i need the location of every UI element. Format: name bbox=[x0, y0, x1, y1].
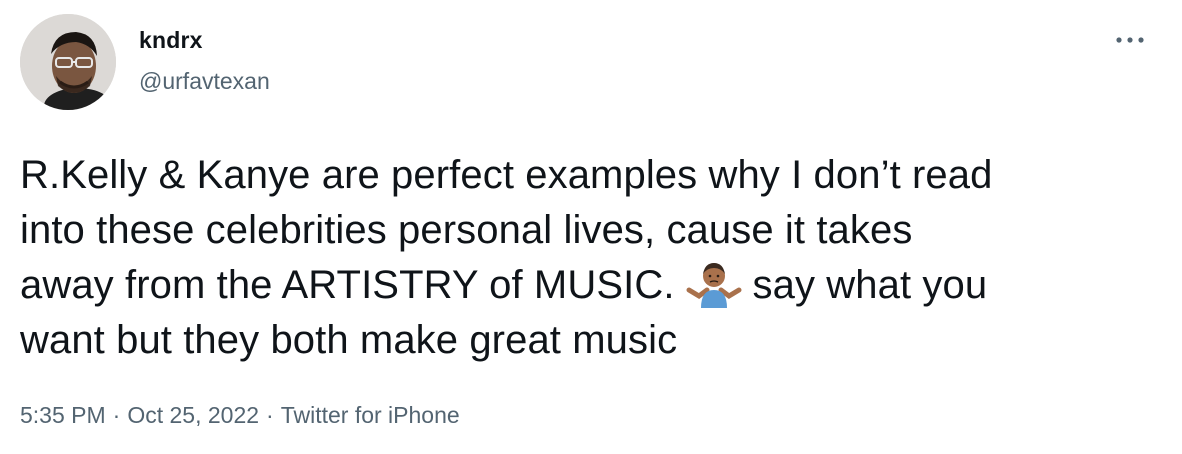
tweet-text-line: away from the ARTISTRY of MUSIC. say wha… bbox=[20, 258, 1140, 313]
tweet-text: R.Kelly & Kanye are perfect examples why… bbox=[20, 148, 1140, 368]
man-shrugging-emoji-icon bbox=[685, 260, 743, 308]
tweet-text-line: into these celebrities personal lives, c… bbox=[20, 208, 913, 252]
author-display-name[interactable]: kndrx bbox=[139, 27, 203, 54]
tweet-date[interactable]: Oct 25, 2022 bbox=[127, 402, 259, 428]
tweet-text-segment: away from the ARTISTRY of MUSIC. bbox=[20, 263, 675, 307]
tweet-metadata: 5:35 PM · Oct 25, 2022 · Twitter for iPhone bbox=[20, 402, 460, 429]
avatar[interactable] bbox=[20, 14, 116, 110]
tweet-card: kndrx @urfavtexan R.Kelly & Kanye are pe… bbox=[0, 0, 1182, 454]
tweet-text-line: R.Kelly & Kanye are perfect examples why… bbox=[20, 153, 993, 197]
tweet-time[interactable]: 5:35 PM bbox=[20, 402, 106, 428]
tweet-text-line: want but they both make great music bbox=[20, 318, 678, 362]
more-horizontal-icon bbox=[1116, 37, 1144, 43]
tweet-text-segment: say what you bbox=[752, 263, 988, 307]
meta-separator: · bbox=[112, 402, 121, 428]
meta-separator: · bbox=[266, 402, 274, 428]
more-options-button[interactable] bbox=[1110, 26, 1150, 54]
avatar-photo-icon bbox=[20, 14, 116, 110]
author-handle[interactable]: @urfavtexan bbox=[139, 68, 270, 95]
tweet-source[interactable]: Twitter for iPhone bbox=[281, 402, 460, 428]
